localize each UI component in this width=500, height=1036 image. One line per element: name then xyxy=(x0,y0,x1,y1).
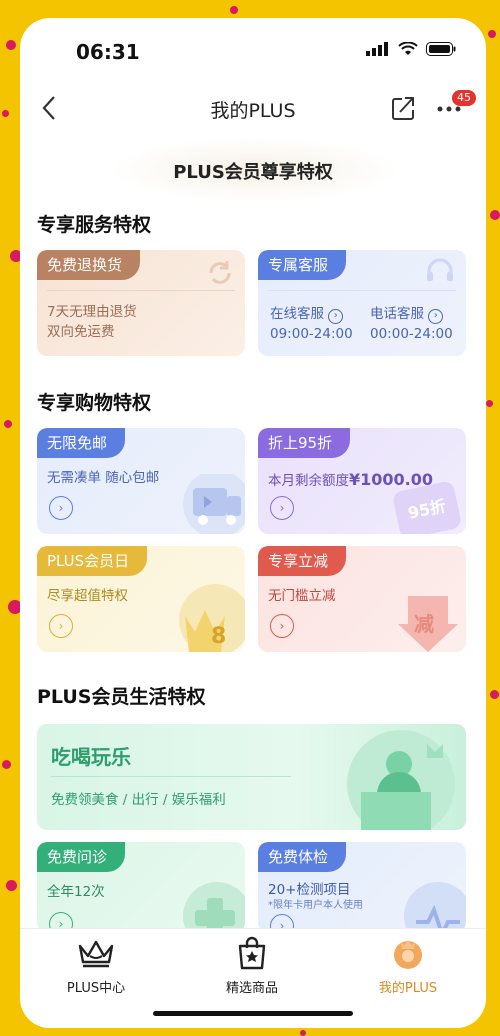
card-tag-discount: 折上95折 xyxy=(258,428,351,458)
instant-deco-char: 减 xyxy=(414,612,434,636)
signal-icon xyxy=(366,42,388,56)
card-tag-consult: 免费问诊 xyxy=(37,842,126,872)
card-tag-free-return: 免费退换货 xyxy=(37,250,141,280)
instant-go-button[interactable]: › xyxy=(270,614,294,638)
card-free-return[interactable]: 免费退换货 7天无理由退货 双向免运费 xyxy=(37,250,245,356)
chevron-right-icon: › xyxy=(428,309,444,324)
phone-support-hours: 00:00-24:00 xyxy=(370,326,453,342)
instant-desc: 无门槛立减 xyxy=(268,588,336,604)
nav-bar: 我的PLUS 45 xyxy=(20,84,486,132)
card-tag-shipping: 无限免邮 xyxy=(37,428,126,458)
heartbeat-icon xyxy=(404,882,466,932)
crown-number: 8 xyxy=(211,624,227,649)
card-instant-discount[interactable]: 专享立减 无门槛立减 › 减 xyxy=(258,546,466,652)
headset-icon xyxy=(427,258,453,281)
truck-icon xyxy=(183,474,245,534)
discount-desc: 本月剩余额度¥1000.00 xyxy=(268,470,434,489)
return-line1: 7天无理由退货 xyxy=(47,304,137,320)
share-icon[interactable] xyxy=(390,94,416,122)
online-support-hours: 09:00-24:00 xyxy=(270,326,353,342)
card-tag-checkup: 免费体检 xyxy=(258,842,347,872)
crown-icon xyxy=(179,584,245,652)
tab-my-plus[interactable]: 我的PLUS xyxy=(348,935,468,996)
card-free-shipping[interactable]: 无限免邮 无需凑单 随心包邮 › xyxy=(37,428,245,534)
shipping-go-button[interactable]: › xyxy=(49,496,73,520)
medical-cross-icon xyxy=(183,882,245,932)
consult-desc: 全年12次 xyxy=(47,884,105,900)
tab-label-plus-center: PLUS中心 xyxy=(66,981,126,996)
tab-label-my-plus: 我的PLUS xyxy=(378,981,438,996)
food-title: 吃喝玩乐 xyxy=(51,745,131,769)
shopping-bag-icon xyxy=(238,936,266,970)
status-time: 06:31 xyxy=(76,40,140,64)
card-tag-instant: 专享立减 xyxy=(258,546,347,576)
tab-plus-center[interactable]: PLUS中心 xyxy=(36,935,156,996)
section-title-shopping: 专享购物特权 xyxy=(37,388,152,417)
hero-title: PLUS会员尊享特权 xyxy=(173,162,333,183)
page-title: 我的PLUS xyxy=(210,100,296,122)
card-free-checkup[interactable]: 免费体检 20+检测项目 *限年卡用户本人使用 › xyxy=(258,842,466,932)
member-day-desc: 尽享超值特权 xyxy=(47,588,128,604)
food-desc: 免费领美食 / 出行 / 娱乐福利 xyxy=(51,792,226,808)
card-tag-member-day: PLUS会员日 xyxy=(37,546,148,576)
section-title-service: 专享服务特权 xyxy=(37,210,152,239)
phone-screen: 06:31 我的PLUS 45 PLUS会员尊享特权 专享服务特权 免费退换货 … xyxy=(20,18,486,1028)
card-discount-95[interactable]: 折上95折 本月剩余额度¥1000.00 › 95折 xyxy=(258,428,466,534)
chevron-right-icon: › xyxy=(328,309,344,324)
return-line2: 双向免运费 xyxy=(47,324,115,340)
crown-icon xyxy=(78,940,114,968)
tab-featured-products[interactable]: 精选商品 xyxy=(192,935,312,996)
discount-go-button[interactable]: › xyxy=(270,496,294,520)
online-support-link[interactable]: 在线客服 › xyxy=(270,304,344,324)
my-plus-icon xyxy=(394,940,422,969)
card-free-consult[interactable]: 免费问诊 全年12次 › xyxy=(37,842,245,932)
person-illustration xyxy=(347,730,455,830)
notification-badge: 45 xyxy=(452,90,476,106)
card-member-day[interactable]: PLUS会员日 尽享超值特权 › 8 xyxy=(37,546,245,652)
wifi-icon xyxy=(398,42,418,55)
status-bar: 06:31 xyxy=(20,18,486,78)
card-tag-support: 专属客服 xyxy=(258,250,347,280)
section-title-life: PLUS会员生活特权 xyxy=(37,682,206,711)
home-indicator xyxy=(153,1011,353,1016)
refresh-icon xyxy=(209,261,231,284)
card-exclusive-support[interactable]: 专属客服 在线客服 › 09:00-24:00 电话客服 › 00:00-24:… xyxy=(258,250,466,356)
member-day-go-button[interactable]: › xyxy=(49,614,73,638)
battery-icon xyxy=(426,42,456,56)
shipping-desc: 无需凑单 随心包邮 xyxy=(47,470,160,486)
checkup-note: *限年卡用户本人使用 xyxy=(268,900,363,911)
phone-support-link[interactable]: 电话客服 › xyxy=(370,304,444,324)
card-food-fun[interactable]: 吃喝玩乐 免费领美食 / 出行 / 娱乐福利 xyxy=(37,724,466,830)
tab-label-featured-products: 精选商品 xyxy=(225,981,278,996)
